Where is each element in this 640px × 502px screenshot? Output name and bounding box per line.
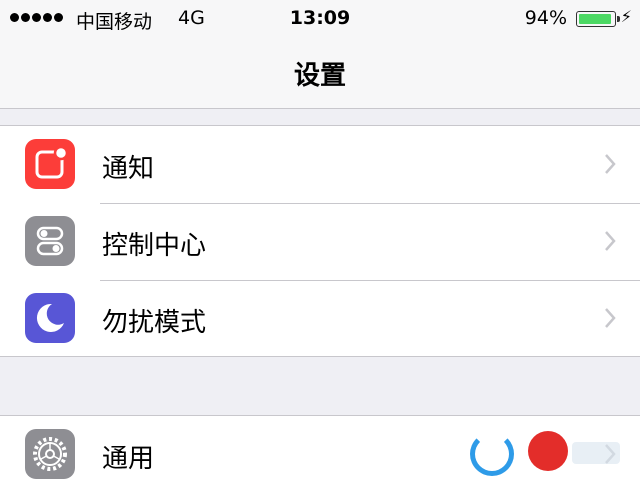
- row-label: 勿扰模式: [102, 308, 207, 338]
- settings-row-control-center[interactable]: 控制中心: [0, 203, 640, 280]
- notifications-icon: [25, 139, 75, 189]
- general-gear-icon: [25, 429, 75, 479]
- watermark-text-logo: [572, 442, 620, 464]
- row-label: 通用: [102, 444, 155, 474]
- settings-row-notifications[interactable]: 通知: [0, 126, 640, 203]
- chevron-right-icon: [605, 154, 616, 174]
- row-label: 控制中心: [102, 231, 207, 261]
- page-title: 设置: [293, 61, 346, 91]
- navigation-bar: 设置: [0, 38, 640, 109]
- chevron-right-icon: [605, 231, 616, 251]
- chevron-right-icon: [605, 308, 616, 328]
- watermark-ring-logo: [470, 432, 514, 476]
- do-not-disturb-moon-icon: [25, 293, 75, 343]
- control-center-icon: [25, 216, 75, 266]
- settings-group-1: 通知 控制中心 勿扰模式: [0, 125, 640, 357]
- battery-icon: [576, 11, 620, 27]
- charging-bolt-icon: ⚡: [620, 7, 632, 26]
- row-label: 通知: [102, 154, 155, 184]
- settings-row-do-not-disturb[interactable]: 勿扰模式: [0, 280, 640, 357]
- watermark-seal-logo: [528, 431, 568, 471]
- status-bar: 中国移动 4G 13:09 94% ⚡: [0, 0, 640, 38]
- battery-percentage: 94%: [524, 7, 567, 29]
